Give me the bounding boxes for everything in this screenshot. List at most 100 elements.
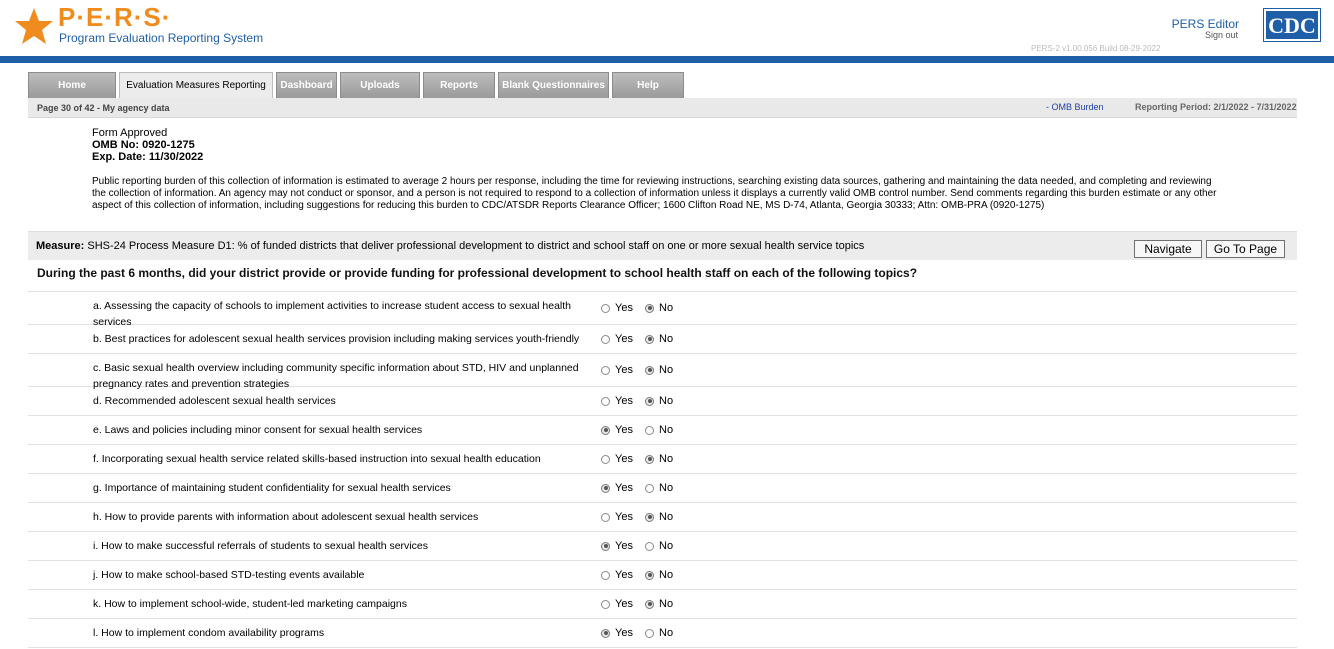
radio-button[interactable]	[601, 303, 610, 313]
tab-help[interactable]: Help	[612, 72, 684, 98]
no-radio-option[interactable]: No	[645, 598, 673, 610]
yes-radio-option[interactable]: Yes	[601, 395, 633, 407]
no-radio-option[interactable]: No	[645, 424, 673, 436]
yes-radio-option[interactable]: Yes	[601, 511, 633, 523]
question-text: During the past 6 months, did your distr…	[37, 266, 918, 280]
cdc-logo: CDC	[1263, 8, 1321, 42]
radio-button[interactable]	[645, 483, 654, 493]
tab-uploads[interactable]: Uploads	[340, 72, 420, 98]
tab-blank-questionnaires[interactable]: Blank Questionnaires	[498, 72, 609, 98]
radio-label: No	[659, 333, 674, 345]
question-item-label: f. Incorporating sexual health service r…	[93, 453, 541, 465]
form-approval: Form Approved OMB No: 0920-1275 Exp. Dat…	[92, 127, 203, 163]
radio-label: Yes	[615, 569, 633, 581]
radio-label: No	[659, 540, 674, 552]
burden-statement: Public reporting burden of this collecti…	[92, 176, 1217, 211]
radio-label: No	[659, 424, 674, 436]
radio-button[interactable]	[645, 365, 654, 375]
no-radio-option[interactable]: No	[645, 453, 673, 465]
question-item-label: e. Laws and policies including minor con…	[93, 424, 423, 436]
yes-radio-option[interactable]: Yes	[601, 569, 633, 581]
radio-button[interactable]	[645, 425, 654, 435]
app-logo-text: P·E·R·S·	[58, 2, 171, 33]
no-radio-option[interactable]: No	[645, 511, 673, 523]
app-header: P·E·R·S· Program Evaluation Reporting Sy…	[0, 0, 1334, 56]
question-item-label: d. Recommended adolescent sexual health …	[93, 395, 336, 407]
radio-button[interactable]	[645, 334, 654, 344]
question-item-label: l. How to implement condom availability …	[93, 627, 325, 639]
radio-label: No	[659, 511, 674, 523]
no-radio-option[interactable]: No	[645, 569, 673, 581]
radio-button[interactable]	[601, 570, 610, 580]
sign-out-link[interactable]: Sign out	[1205, 30, 1238, 40]
yes-radio-option[interactable]: Yes	[601, 302, 633, 314]
go-to-page-button[interactable]: Go To Page	[1206, 240, 1285, 258]
radio-button[interactable]	[645, 396, 654, 406]
no-radio-option[interactable]: No	[645, 395, 673, 407]
radio-button[interactable]	[601, 425, 610, 435]
measure-bar: Measure: SHS-24 Process Measure D1: % of…	[28, 231, 1297, 260]
radio-button[interactable]	[601, 628, 610, 638]
measure-label: Measure:	[36, 240, 85, 252]
yes-radio-option[interactable]: Yes	[601, 424, 633, 436]
radio-label: No	[659, 569, 674, 581]
yes-radio-option[interactable]: Yes	[601, 540, 633, 552]
radio-label: Yes	[615, 598, 633, 610]
no-radio-option[interactable]: No	[645, 302, 673, 314]
radio-button[interactable]	[601, 396, 610, 406]
yes-radio-option[interactable]: Yes	[601, 482, 633, 494]
radio-button[interactable]	[645, 454, 654, 464]
radio-button[interactable]	[645, 303, 654, 313]
tab-home[interactable]: Home	[28, 72, 116, 98]
radio-button[interactable]	[601, 541, 610, 551]
radio-label: No	[659, 302, 674, 314]
question-row: j. How to make school-based STD-testing …	[28, 561, 1297, 590]
question-items: a. Assessing the capacity of schools to …	[28, 292, 1297, 648]
yes-radio-option[interactable]: Yes	[601, 598, 633, 610]
question-row: g. Importance of maintaining student con…	[28, 474, 1297, 503]
radio-button[interactable]	[645, 541, 654, 551]
question-row: d. Recommended adolescent sexual health …	[28, 387, 1297, 416]
radio-label: Yes	[615, 540, 633, 552]
radio-button[interactable]	[601, 483, 610, 493]
radio-label: Yes	[615, 364, 633, 376]
no-radio-option[interactable]: No	[645, 333, 673, 345]
radio-button[interactable]	[601, 512, 610, 522]
radio-button[interactable]	[601, 365, 610, 375]
radio-button[interactable]	[601, 599, 610, 609]
omb-burden-link[interactable]: - OMB Burden	[1046, 102, 1104, 112]
navigate-button[interactable]: Navigate	[1134, 240, 1202, 258]
yes-radio-option[interactable]: Yes	[601, 364, 633, 376]
question-item-label: g. Importance of maintaining student con…	[93, 482, 451, 494]
question-row: f. Incorporating sexual health service r…	[28, 445, 1297, 474]
yes-radio-option[interactable]: Yes	[601, 333, 633, 345]
radio-button[interactable]	[601, 334, 610, 344]
no-radio-option[interactable]: No	[645, 540, 673, 552]
yes-radio-option[interactable]: Yes	[601, 453, 633, 465]
tab-dashboard[interactable]: Dashboard	[276, 72, 337, 98]
radio-button[interactable]	[645, 512, 654, 522]
question-row: e. Laws and policies including minor con…	[28, 416, 1297, 445]
radio-button[interactable]	[645, 599, 654, 609]
status-bar: Page 30 of 42 - My agency data - OMB Bur…	[28, 98, 1297, 118]
radio-label: No	[659, 364, 674, 376]
yes-radio-option[interactable]: Yes	[601, 627, 633, 639]
radio-button[interactable]	[601, 454, 610, 464]
radio-button[interactable]	[645, 570, 654, 580]
question-item-label: j. How to make school-based STD-testing …	[93, 569, 365, 581]
tab-evaluation-measures-reporting[interactable]: Evaluation Measures Reporting	[119, 72, 273, 98]
no-radio-option[interactable]: No	[645, 482, 673, 494]
no-radio-option[interactable]: No	[645, 627, 673, 639]
build-info: PERS-2 v1.00.056 Build 08-29-2022	[1031, 44, 1161, 53]
radio-label: No	[659, 395, 674, 407]
header-divider	[0, 56, 1334, 63]
radio-button[interactable]	[645, 628, 654, 638]
question-item-label: h. How to provide parents with informati…	[93, 511, 479, 523]
measure-text: SHS-24 Process Measure D1: % of funded d…	[87, 240, 865, 252]
no-radio-option[interactable]: No	[645, 364, 673, 376]
question-row: k. How to implement school-wide, student…	[28, 590, 1297, 619]
user-name: PERS Editor	[1171, 17, 1239, 31]
expiration-date: Exp. Date: 11/30/2022	[92, 151, 204, 163]
question-row: c. Basic sexual health overview includin…	[28, 354, 1297, 390]
tab-reports[interactable]: Reports	[423, 72, 495, 98]
